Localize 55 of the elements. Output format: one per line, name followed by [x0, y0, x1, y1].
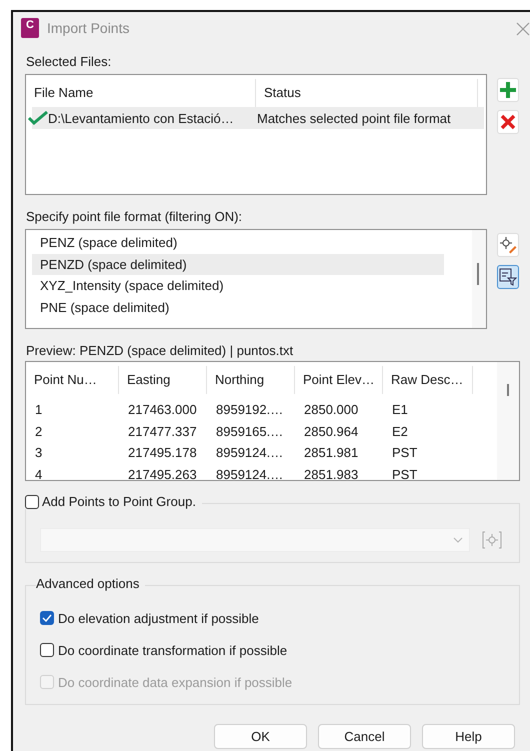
table-cell-text: 217495.178	[127, 445, 198, 460]
table-cell-text: 2850.964	[303, 424, 360, 439]
table-cell-text: 4	[34, 466, 44, 480]
dropdown-caret-icon[interactable]	[453, 537, 463, 543]
table-cell-text: 8959192.…	[215, 402, 284, 418]
table-cell-text: 217495.263	[127, 466, 198, 480]
table-cell-text: 3	[34, 445, 44, 460]
format-item[interactable]: PENZD (space delimited)	[32, 254, 444, 275]
format-item[interactable]: PENZ (space delimited)	[32, 232, 444, 254]
window-title: Import Points	[47, 20, 130, 36]
file-status: Matches selected point file format	[256, 110, 452, 126]
app-icon: C	[21, 18, 39, 38]
add-icon[interactable]	[497, 78, 519, 102]
table-cell-text: 1	[34, 402, 44, 418]
format-item[interactable]: PNE (space delimited)	[32, 296, 444, 318]
table-cell-text: PST	[391, 466, 418, 480]
point-group-option[interactable]: Add Points to Point Group.	[25, 494, 202, 509]
table-cell-text: 217463.000	[127, 402, 198, 418]
column-header[interactable]: Point Elev…	[295, 366, 383, 394]
dialog-button[interactable]: OK	[214, 724, 307, 749]
checkbox[interactable]	[25, 494, 39, 508]
table-cell-text: E1	[391, 402, 409, 418]
table-cell-text: 217477.337	[127, 424, 198, 439]
section-label: Preview: PENZD (space delimited) | puntos.txt	[26, 343, 294, 358]
table-cell-text: 2851.981	[303, 445, 360, 460]
format-item[interactable]: XYZ_Intensity (space delimited)	[32, 275, 444, 296]
edit-format-icon[interactable]	[497, 233, 519, 257]
column-header[interactable]: Raw Desc…	[383, 366, 473, 394]
column-header[interactable]: Point Nu…	[26, 366, 119, 394]
checkbox[interactable]	[40, 643, 54, 657]
checkbox[interactable]	[40, 611, 54, 625]
table-cell-text: E2	[391, 424, 409, 439]
table-cell-text: 8959124.…	[215, 466, 284, 480]
file-name: D:\Levantamiento con Estació…	[48, 110, 235, 126]
table-cell-text: 2851.983	[303, 466, 360, 480]
delete-icon[interactable]	[497, 110, 519, 134]
dialog-button[interactable]: Help	[422, 724, 515, 749]
scrollbar[interactable]	[477, 263, 479, 285]
table-cell-text: 2	[34, 424, 44, 439]
scrollbar[interactable]	[507, 384, 509, 396]
table-cell-text: PST	[391, 445, 418, 460]
close-icon[interactable]	[516, 22, 530, 36]
table-cell-text: 8959124.…	[215, 445, 284, 460]
filter-icon[interactable]	[497, 265, 519, 289]
check-icon	[28, 111, 48, 125]
table-cell-text: 8959165.…	[215, 424, 284, 439]
option-checkbox[interactable]: Do elevation adjustment if possible	[40, 602, 519, 634]
dialog-button[interactable]: Cancel	[318, 724, 411, 749]
column-header[interactable]: Easting	[119, 366, 207, 394]
section-label: Selected Files:	[26, 54, 112, 69]
group-title: Advanced options	[36, 576, 146, 591]
table-cell-text: 2850.000	[303, 402, 360, 418]
option-checkbox[interactable]: Do coordinate transformation if possible	[40, 634, 519, 666]
column-header[interactable]: Northing	[207, 366, 295, 394]
section-label: Specify point file format (filtering ON):	[26, 209, 244, 224]
